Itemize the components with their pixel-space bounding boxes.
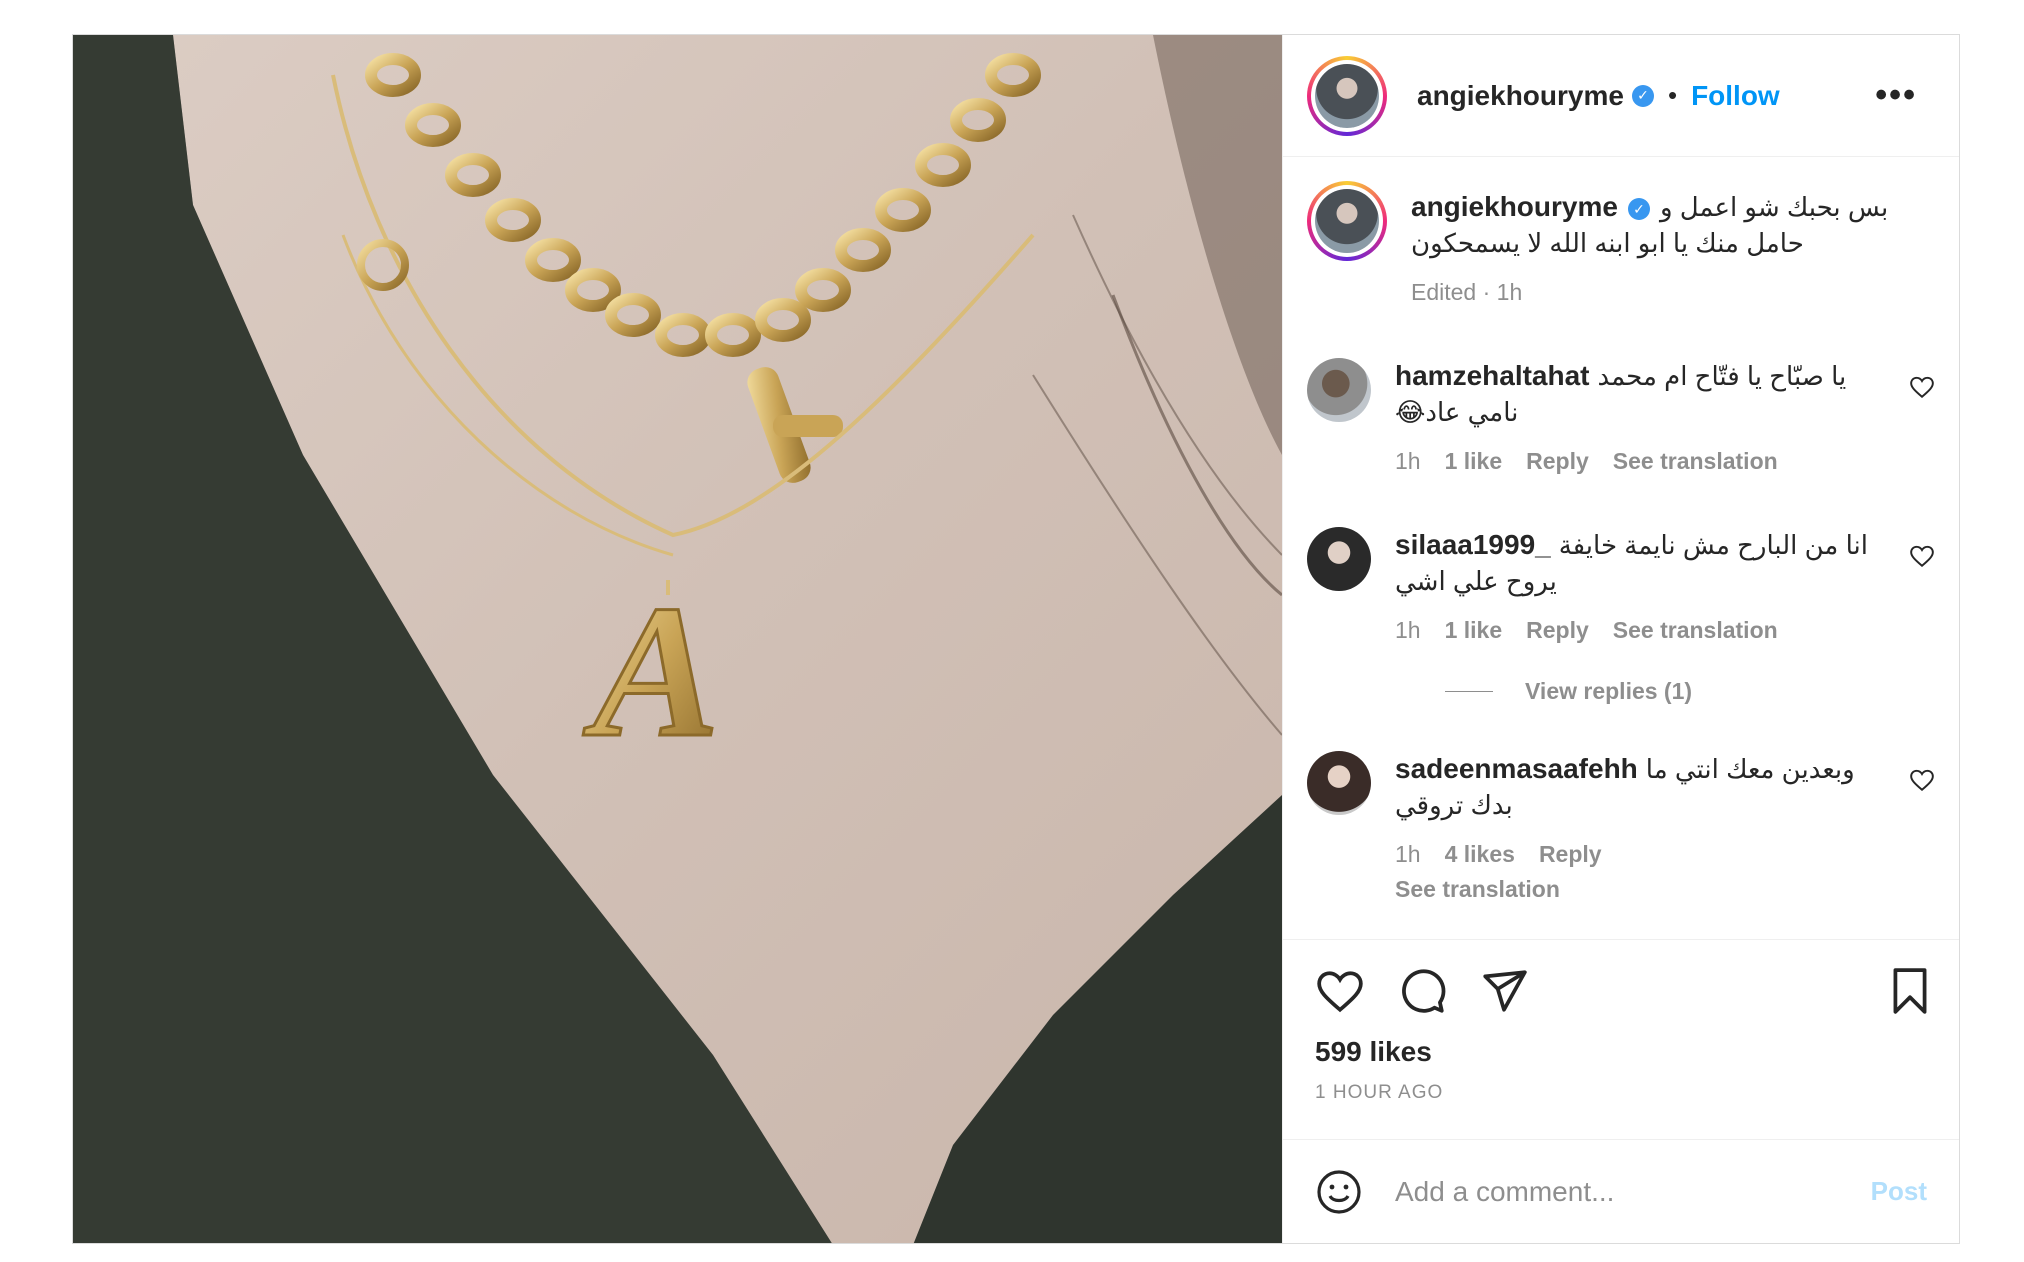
heart-icon[interactable]: [1315, 966, 1365, 1016]
comment-meta: 1h 1 like Reply See translation: [1395, 617, 1909, 644]
comment-time: 1h: [1395, 617, 1421, 643]
author-info: angiekhouryme ✓ • Follow: [1417, 80, 1780, 112]
comment-meta-2: See translation: [1395, 876, 1909, 903]
comments-list[interactable]: angiekhouryme ✓ بس بحبك شو اعمل و حامل منك…: [1283, 157, 1959, 939]
avatar-image: [1315, 63, 1379, 128]
comment-item: hamzehaltahat يا صبّاح يا فتّاح ام محمد ن…: [1307, 358, 1935, 475]
caption-username[interactable]: angiekhouryme: [1411, 191, 1618, 222]
post-actions: 599 likes 1 HOUR AGO: [1283, 939, 1959, 1139]
post-sidebar: angiekhouryme ✓ • Follow ••• angiekhoury…: [1282, 35, 1959, 1243]
view-replies-line: [1445, 691, 1493, 692]
comment-item: sadeenmasaafehh وبعدين معك انتي ما بدك تر…: [1307, 751, 1935, 903]
necklace-photo: A: [73, 35, 1282, 1243]
comment-likes[interactable]: 4 likes: [1445, 841, 1515, 868]
bookmark-icon[interactable]: [1885, 966, 1935, 1016]
caption-avatar[interactable]: [1307, 181, 1387, 261]
commenter-avatar[interactable]: [1307, 751, 1371, 815]
see-translation-button[interactable]: See translation: [1613, 617, 1778, 644]
comment-text: يا صبّاح يا فتّاح ام محمد: [1597, 361, 1847, 391]
see-translation-button[interactable]: See translation: [1613, 448, 1778, 475]
comment-body: silaaa1999_ انا من البارح مش نايمة خايفة …: [1395, 527, 1909, 644]
comment-username[interactable]: sadeenmasaafehh: [1395, 753, 1638, 784]
comment-time: 1h: [1395, 841, 1421, 867]
caption-meta: Edited · 1h: [1411, 279, 1523, 305]
see-translation-button[interactable]: See translation: [1395, 876, 1560, 903]
caption-text: بس بحبك شو اعمل و: [1659, 192, 1889, 222]
likes-count[interactable]: 599 likes: [1315, 1036, 1935, 1068]
caption-text-2: حامل منك يا ابو ابنه الله لا يسمحكون: [1411, 228, 1804, 258]
comment-text-2: بدك تروقي: [1395, 790, 1513, 820]
caption-line-1: angiekhouryme ✓ بس بحبك شو اعمل و: [1411, 189, 1935, 225]
comment-text: وبعدين معك انتي ما: [1645, 754, 1855, 784]
comment-body: hamzehaltahat يا صبّاح يا فتّاح ام محمد ن…: [1395, 358, 1909, 475]
author-username[interactable]: angiekhouryme: [1417, 80, 1624, 112]
verified-icon: ✓: [1627, 198, 1650, 221]
comment-heart-icon[interactable]: [1909, 543, 1935, 569]
action-icons: [1315, 966, 1935, 1016]
reply-button[interactable]: Reply: [1526, 448, 1589, 475]
comment-icon[interactable]: [1397, 966, 1447, 1016]
avatar-inner: [1311, 59, 1383, 132]
reply-button[interactable]: Reply: [1526, 617, 1589, 644]
commenter-avatar[interactable]: [1307, 358, 1371, 422]
post-button[interactable]: Post: [1871, 1176, 1927, 1207]
avatar-inner: [1311, 185, 1383, 257]
comment-item: silaaa1999_ انا من البارح مش نايمة خايفة …: [1307, 527, 1935, 644]
post-image[interactable]: A: [73, 35, 1282, 1243]
add-comment-bar: Post: [1283, 1139, 1959, 1243]
follow-button[interactable]: Follow: [1691, 80, 1780, 112]
reply-button[interactable]: Reply: [1539, 841, 1602, 868]
verified-icon: ✓: [1631, 84, 1654, 107]
comment-meta: 1h 4 likes Reply: [1395, 841, 1909, 868]
comment-line-1: hamzehaltahat يا صبّاح يا فتّاح ام محمد: [1395, 358, 1909, 394]
view-replies-label: View replies (1): [1525, 678, 1693, 704]
caption: angiekhouryme ✓ بس بحبك شو اعمل و حامل منك…: [1307, 181, 1935, 306]
comment-heart-icon[interactable]: [1909, 374, 1935, 400]
comment-text-2: نامي عاد😂: [1395, 397, 1519, 427]
comment-likes[interactable]: 1 like: [1445, 617, 1503, 644]
more-icon[interactable]: •••: [1875, 76, 1935, 115]
share-icon[interactable]: [1479, 966, 1529, 1016]
comment-body: sadeenmasaafehh وبعدين معك انتي ما بدك تر…: [1395, 751, 1909, 903]
comment-heart-icon[interactable]: [1909, 767, 1935, 793]
comment-username[interactable]: hamzehaltahat: [1395, 360, 1590, 391]
post-time: 1 HOUR AGO: [1315, 1082, 1444, 1103]
comment-line-1: silaaa1999_ انا من البارح مش نايمة خايفة: [1395, 527, 1909, 563]
comment-username[interactable]: silaaa1999_: [1395, 529, 1551, 560]
view-replies-button[interactable]: View replies (1): [1445, 678, 1935, 705]
emoji-icon[interactable]: [1315, 1168, 1363, 1216]
comment-line-1: sadeenmasaafehh وبعدين معك انتي ما: [1395, 751, 1909, 787]
avatar-image: [1315, 189, 1379, 253]
comment-meta: 1h 1 like Reply See translation: [1395, 448, 1909, 475]
post-container: A angiekhouryme ✓ • Follow ••• angiekhou…: [72, 34, 1960, 1244]
commenter-avatar[interactable]: [1307, 527, 1371, 591]
comment-input[interactable]: [1395, 1175, 1871, 1208]
post-header: angiekhouryme ✓ • Follow •••: [1283, 35, 1959, 157]
comment-text: انا من البارح مش نايمة خايفة: [1558, 530, 1868, 560]
comment-text-2: يروح علي اشي: [1395, 566, 1557, 596]
separator-dot: •: [1667, 80, 1678, 110]
comment-time: 1h: [1395, 448, 1421, 474]
caption-body: angiekhouryme ✓ بس بحبك شو اعمل و حامل منك…: [1411, 181, 1935, 306]
author-avatar[interactable]: [1307, 55, 1387, 136]
svg-text:A: A: [583, 567, 720, 777]
comment-likes[interactable]: 1 like: [1445, 448, 1503, 475]
